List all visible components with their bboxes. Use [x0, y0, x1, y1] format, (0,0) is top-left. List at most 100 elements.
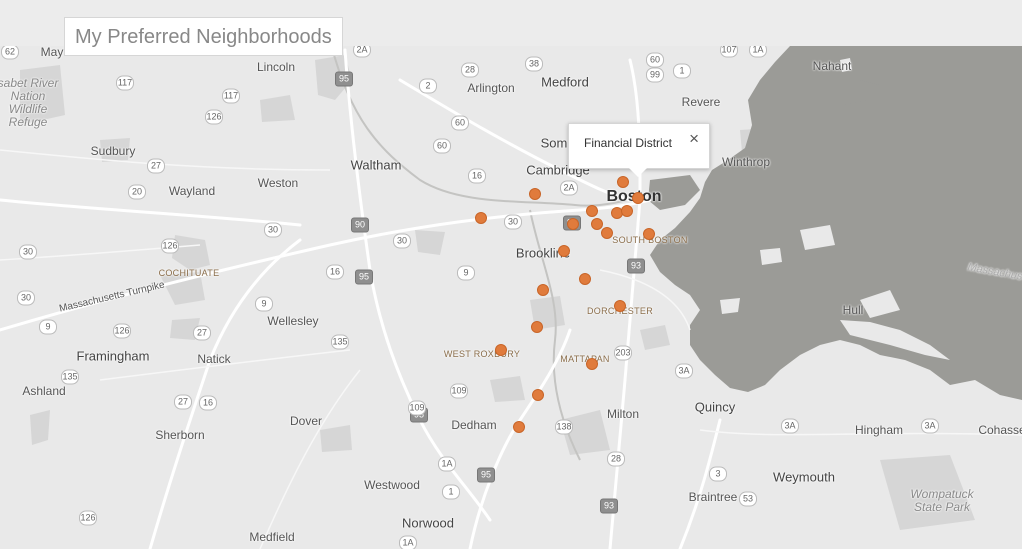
route-shield: 60: [646, 52, 664, 68]
map-title: My Preferred Neighborhoods: [64, 17, 343, 56]
route-shield: 95: [355, 269, 373, 285]
neighborhood-marker[interactable]: [579, 273, 591, 285]
route-shield: 135: [61, 369, 79, 385]
label-wayland: Wayland: [168, 184, 216, 198]
info-window-label: Financial District: [584, 136, 673, 150]
info-window: Financial District ×: [568, 123, 710, 177]
route-shield: 3A: [675, 363, 693, 379]
neighborhood-marker[interactable]: [601, 227, 613, 239]
close-icon[interactable]: ×: [689, 130, 699, 148]
route-shield: 30: [19, 244, 37, 260]
route-shield: 107: [720, 46, 738, 58]
label-quincy: Quincy: [694, 399, 736, 415]
route-shield: 126: [205, 109, 223, 125]
neighborhood-marker[interactable]: [617, 176, 629, 188]
route-shield: 27: [193, 325, 211, 341]
label-ashland: Ashland: [22, 384, 66, 398]
label-sudbury: Sudbury: [90, 144, 136, 158]
route-shield: 9: [255, 296, 273, 312]
route-shield: 9: [39, 319, 57, 335]
route-shield: 60: [433, 138, 451, 154]
route-shield: 1: [442, 484, 460, 500]
route-shield: 30: [17, 290, 35, 306]
label-lincoln: Lincoln: [256, 60, 296, 74]
label-nahant: Nahant: [812, 59, 852, 73]
route-shield: 126: [161, 238, 179, 254]
neighborhood-marker[interactable]: [614, 300, 626, 312]
label-natick: Natick: [197, 352, 231, 366]
route-shield: 126: [79, 510, 97, 526]
route-shield: 3A: [921, 418, 939, 434]
route-shield: 27: [174, 394, 192, 410]
route-shield: 90: [351, 217, 369, 233]
label-cochituate: COCHITUATE: [158, 268, 220, 278]
route-shield: 203: [614, 345, 632, 361]
label-hingham: Hingham: [854, 423, 904, 437]
neighborhood-marker-financial-district[interactable]: [632, 192, 644, 204]
route-shield: 60: [451, 115, 469, 131]
label-weymouth: Weymouth: [773, 469, 835, 485]
label-hull: Hull: [842, 303, 864, 317]
label-wellesley: Wellesley: [267, 314, 319, 328]
neighborhood-marker[interactable]: [513, 421, 525, 433]
label-arlington: Arlington: [467, 81, 515, 95]
route-shield: 2A: [353, 46, 371, 58]
route-shield: 117: [116, 75, 134, 91]
route-shield: 109: [408, 400, 426, 416]
route-shield: 99: [646, 67, 664, 83]
route-shield: 38: [525, 56, 543, 72]
label-medford: Medford: [541, 74, 589, 90]
route-shield: 2: [419, 78, 437, 94]
label-west-roxbury: WEST ROXBURY: [443, 349, 521, 359]
route-shield: 3A: [781, 418, 799, 434]
label-winthrop: Winthrop: [721, 155, 771, 169]
neighborhood-marker[interactable]: [643, 228, 655, 240]
neighborhood-marker[interactable]: [529, 188, 541, 200]
neighborhood-marker[interactable]: [567, 218, 579, 230]
label-cohasset: Cohasse: [978, 423, 1022, 437]
route-shield: 95: [335, 71, 353, 87]
route-shield: 9: [457, 265, 475, 281]
route-shield: 109: [450, 383, 468, 399]
label-norwood: Norwood: [401, 515, 455, 531]
neighborhood-marker[interactable]: [586, 358, 598, 370]
route-shield: 93: [627, 258, 645, 274]
route-shield: 27: [147, 158, 165, 174]
route-shield: 28: [607, 451, 625, 467]
neighborhood-marker[interactable]: [495, 344, 507, 356]
route-shield: 117: [222, 88, 240, 104]
label-sherborn: Sherborn: [155, 428, 205, 442]
route-shield: 3: [709, 466, 727, 482]
neighborhood-marker[interactable]: [558, 245, 570, 257]
label-revere: Revere: [681, 95, 721, 109]
route-shield: 1: [673, 63, 691, 79]
map[interactable]: May sabet River Nation Wildlife Refuge L…: [0, 46, 1022, 549]
label-dedham: Dedham: [451, 418, 497, 432]
route-shield: 28: [461, 62, 479, 78]
route-shield: 62: [1, 46, 19, 60]
info-window-tail: [629, 168, 647, 177]
route-shield: 93: [600, 498, 618, 514]
neighborhood-marker[interactable]: [591, 218, 603, 230]
label-may: May: [40, 46, 64, 59]
neighborhood-marker[interactable]: [475, 212, 487, 224]
label-framingham: Framingham: [76, 348, 150, 364]
neighborhood-marker[interactable]: [621, 205, 633, 217]
label-westwood: Westwood: [364, 478, 420, 492]
label-wompatuck: Wompatuck State Park: [910, 487, 974, 514]
label-braintree: Braintree: [688, 490, 738, 504]
route-shield: 30: [393, 233, 411, 249]
neighborhood-marker[interactable]: [531, 321, 543, 333]
route-shield: 135: [331, 334, 349, 350]
route-shield: 30: [504, 214, 522, 230]
neighborhood-marker[interactable]: [586, 205, 598, 217]
label-mattapan: MATTAPAN: [560, 354, 610, 364]
neighborhood-marker[interactable]: [537, 284, 549, 296]
route-shield: 53: [739, 491, 757, 507]
route-shield: 1A: [438, 456, 456, 472]
label-medfield: Medfield: [249, 530, 295, 544]
neighborhood-marker[interactable]: [532, 389, 544, 401]
route-shield: 30: [264, 222, 282, 238]
label-weston: Weston: [257, 176, 299, 190]
route-shield: 16: [326, 264, 344, 280]
